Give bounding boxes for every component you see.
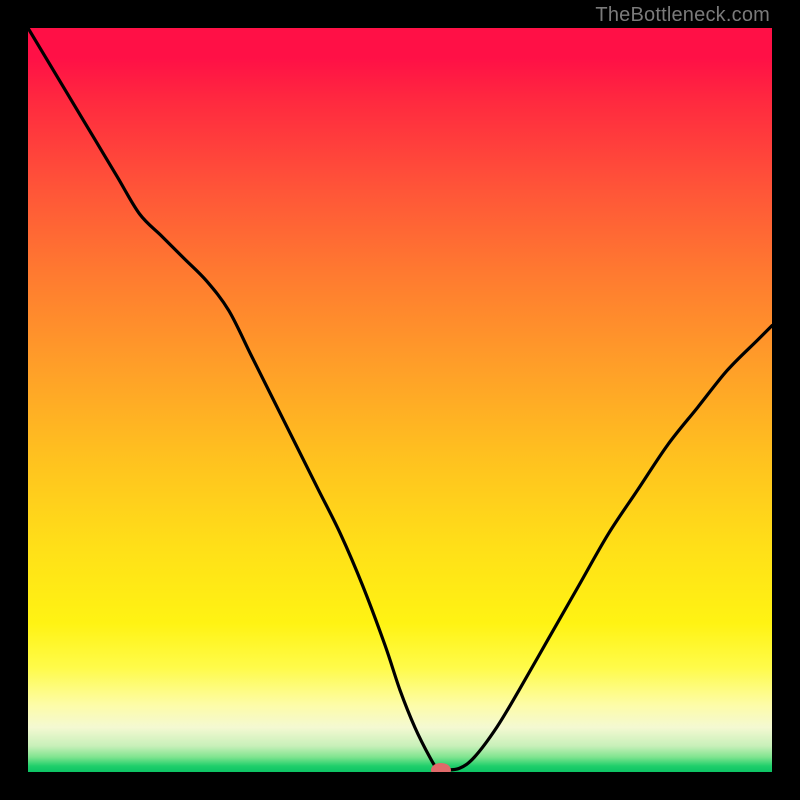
curve-line: [28, 28, 772, 770]
bottleneck-curve: [28, 28, 772, 772]
watermark-text: TheBottleneck.com: [595, 4, 770, 27]
plot-area: [28, 28, 772, 772]
optimal-point-marker: [431, 763, 451, 772]
chart-frame: TheBottleneck.com: [0, 0, 800, 800]
